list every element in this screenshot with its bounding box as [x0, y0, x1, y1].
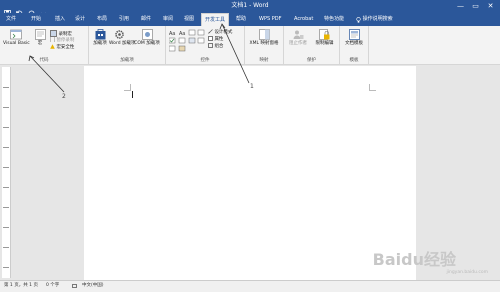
group-label-controls: 控件: [200, 58, 210, 63]
svg-text:Aa: Aa: [179, 31, 185, 37]
close-button[interactable]: ✕: [483, 0, 498, 13]
tab-wps-pdf[interactable]: WPS PDF: [259, 13, 281, 26]
document-page[interactable]: [84, 66, 416, 280]
tab-file[interactable]: 文件: [6, 13, 16, 26]
get-addins-button[interactable]: 加载项: [93, 29, 107, 46]
record-macro-icon: [50, 30, 57, 37]
annotation-label-1: 1: [250, 83, 254, 90]
group-protect: 阻止作者 限制编辑 保护: [284, 26, 340, 64]
macro-security-button[interactable]: 宏安全性: [50, 44, 74, 51]
vertical-ruler: [2, 67, 11, 278]
properties-label: 属性: [214, 37, 224, 42]
tab-acrobat[interactable]: Acrobat: [294, 13, 313, 26]
tell-me-search[interactable]: 操作说明搜索: [356, 13, 393, 26]
xml-mapping-pane-button[interactable]: XML 映射窗格: [247, 29, 281, 46]
group-code: Visual Basic 宏 录制宏 暂停录制 宏安全性 代码: [0, 26, 89, 64]
group-label-addins: 加载项: [120, 58, 134, 63]
group-label-protect: 保护: [307, 58, 316, 63]
ribbon-tabs: 文件 开始 插入 设计 布局 引用 邮件 审阅 视图 开发工具 帮助 WPS P…: [0, 13, 500, 26]
text-cursor: [132, 91, 133, 98]
group-button[interactable]: 组合: [208, 43, 223, 50]
content-controls-icons[interactable]: Aa Aa: [168, 29, 207, 53]
restrict-editing-label: 限制编辑: [315, 41, 334, 46]
com-addins-button[interactable]: COM 加载项: [131, 29, 163, 46]
window-controls: — ▭ ✕: [453, 0, 498, 13]
xml-mapping-icon: [258, 29, 270, 40]
properties-icon: [208, 36, 213, 41]
pause-icon: [50, 37, 55, 42]
svg-text:Aa: Aa: [169, 31, 175, 37]
word-count[interactable]: 0 个字: [46, 281, 59, 291]
page-count[interactable]: 第 1 页，共 1 页: [4, 281, 38, 291]
proofing-icon[interactable]: [72, 284, 77, 288]
group-label-templates: 模板: [349, 58, 359, 63]
tab-home[interactable]: 开始: [31, 13, 41, 26]
design-mode-icon: [208, 29, 213, 34]
design-mode-label: 设计模式: [214, 30, 233, 35]
restore-button[interactable]: ▭: [468, 0, 483, 13]
store-icon: [95, 29, 105, 40]
group-templates: 文档模板 模板: [340, 26, 369, 64]
restrict-editing-button[interactable]: 限制编辑: [312, 29, 337, 46]
tab-featured[interactable]: 特色功能: [324, 13, 344, 26]
pause-recording-button[interactable]: 暂停录制: [50, 37, 74, 44]
status-bar: 第 1 页，共 1 页 0 个字 中文(中国): [0, 280, 500, 292]
block-authors-icon: [293, 30, 303, 39]
macros-button[interactable]: 宏: [33, 29, 47, 46]
group-mapping: XML 映射窗格 映射: [245, 26, 284, 64]
block-authors-button[interactable]: 阻止作者: [286, 29, 310, 46]
get-addins-label: 加载项: [93, 41, 107, 46]
group-label: 组合: [214, 44, 224, 49]
block-authors-label: 阻止作者: [289, 41, 307, 46]
macros-icon: [34, 29, 46, 40]
tab-insert[interactable]: 插入: [55, 13, 65, 26]
warning-icon: [50, 44, 55, 49]
tab-design[interactable]: 设计: [75, 13, 85, 26]
pause-recording-label: 暂停录制: [56, 38, 75, 43]
lock-icon: [319, 29, 330, 40]
annotation-label-2: 2: [62, 93, 66, 100]
macro-security-label: 宏安全性: [56, 45, 75, 50]
group-icon: [208, 43, 213, 48]
xml-mapping-pane-label: XML 映射窗格: [249, 41, 279, 46]
crop-mark-top-left: [124, 84, 131, 91]
group-addins: 加载项 Word 加载项 COM 加载项 加载项: [89, 26, 166, 64]
com-addins-icon: [141, 29, 153, 40]
tab-review[interactable]: 审阅: [163, 13, 173, 26]
design-mode-button[interactable]: 设计模式: [208, 29, 232, 36]
com-addins-label: COM 加载项: [134, 41, 160, 46]
title-bar: 文档1 - Word — ▭ ✕: [0, 0, 500, 17]
crop-mark-top-right: [369, 84, 376, 91]
group-controls: Aa Aa 设计模式 属性 组合 控件: [166, 26, 245, 64]
visual-basic-icon: [10, 29, 22, 40]
tab-layout[interactable]: 布局: [97, 13, 107, 26]
document-template-label: 文档模板: [345, 41, 363, 46]
ribbon: Visual Basic 宏 录制宏 暂停录制 宏安全性 代码 加载项 Word…: [0, 26, 500, 73]
document-template-button[interactable]: 文档模板: [342, 29, 366, 46]
collapse-ribbon-icon[interactable]: [490, 58, 496, 73]
watermark-logo: Baidu经验: [372, 250, 456, 269]
tab-mailings[interactable]: 邮件: [141, 13, 151, 26]
controls-gallery: Aa Aa: [168, 29, 207, 53]
group-label-code: 代码: [39, 58, 49, 63]
group-label-mapping: 映射: [259, 58, 269, 63]
macros-label: 宏: [37, 41, 43, 46]
lightbulb-icon: [356, 16, 361, 23]
minimize-button[interactable]: —: [453, 0, 468, 13]
window-title: 文档1 - Word: [231, 2, 269, 9]
gear-icon: [114, 30, 124, 39]
tell-me-label: 操作说明搜索: [362, 16, 393, 22]
word-addins-button[interactable]: Word 加载项: [109, 29, 136, 46]
tab-developer[interactable]: 开发工具: [201, 13, 230, 26]
language[interactable]: 中文(中国): [82, 281, 104, 291]
tab-references[interactable]: 引用: [119, 13, 129, 26]
watermark-url: jingyan.baidu.com: [446, 270, 488, 275]
tab-help[interactable]: 帮助: [236, 13, 246, 26]
visual-basic-button[interactable]: Visual Basic: [3, 29, 30, 46]
properties-button[interactable]: 属性: [208, 36, 223, 43]
visual-basic-label: Visual Basic: [3, 41, 30, 46]
tab-view[interactable]: 视图: [184, 13, 194, 26]
document-template-icon: [348, 29, 360, 40]
